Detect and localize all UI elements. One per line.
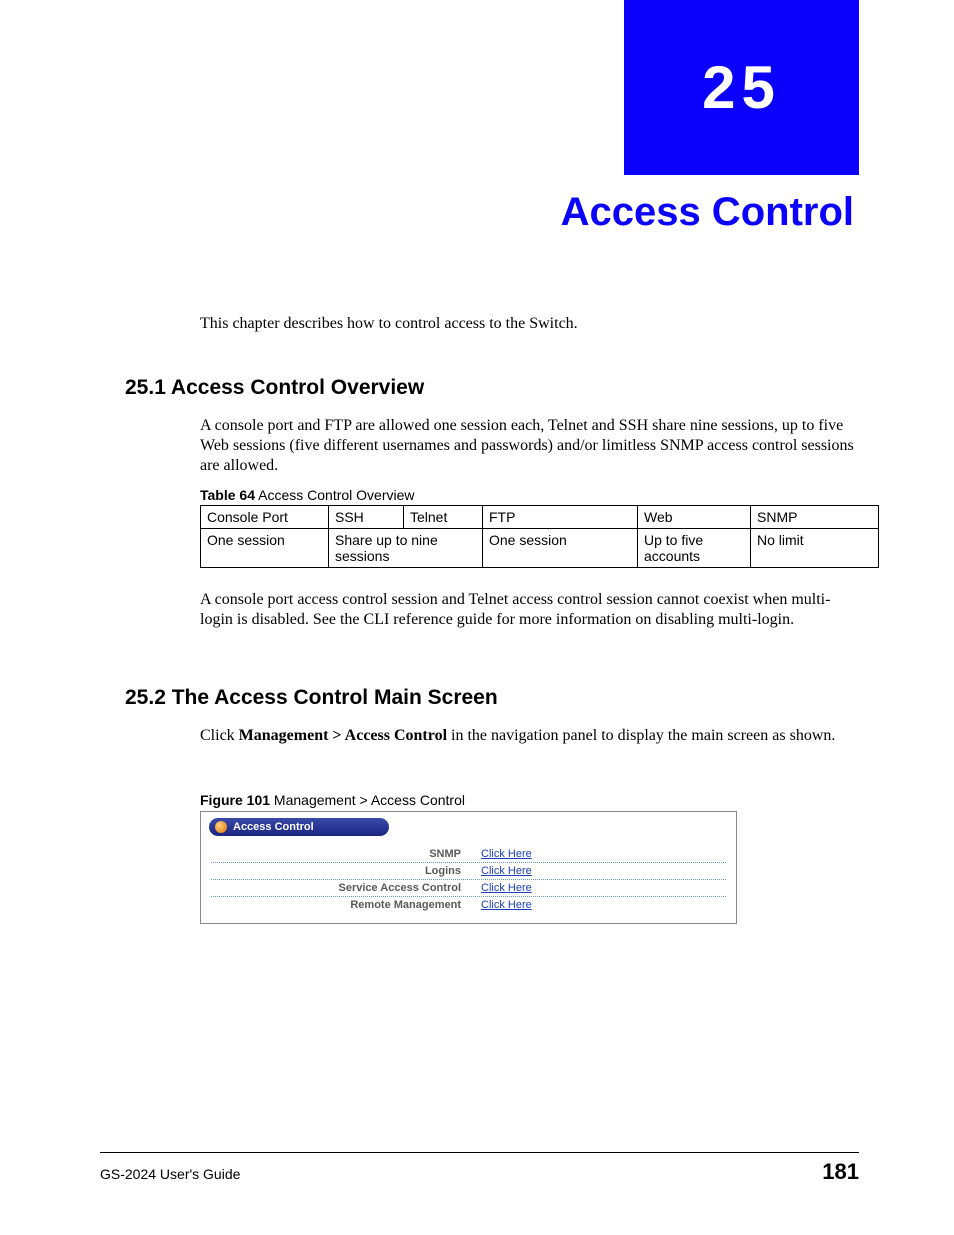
col-snmp: SNMP: [751, 506, 879, 529]
figure-row-snmp: SNMP Click Here: [211, 846, 726, 863]
figure-caption-text: Management > Access Control: [270, 792, 465, 808]
page-footer: GS-2024 User's Guide 181: [100, 1152, 859, 1185]
col-ssh: SSH: [329, 506, 404, 529]
bullet-icon: [215, 821, 227, 833]
click-here-link-remote-management[interactable]: Click Here: [481, 899, 532, 911]
chapter-number: 25: [702, 53, 781, 122]
figure-caption-label: Figure 101: [200, 792, 270, 808]
figure-row-remote-management: Remote Management Click Here: [211, 897, 726, 913]
table-64-caption: Table 64 Access Control Overview: [200, 487, 415, 503]
table-caption-text: Access Control Overview: [255, 487, 415, 503]
col-telnet: Telnet: [404, 506, 483, 529]
footer-page-number: 181: [822, 1159, 859, 1185]
cell-console-port: One session: [201, 529, 329, 568]
figure-101-caption: Figure 101 Management > Access Control: [200, 792, 465, 808]
figure-label: Logins: [211, 865, 481, 877]
section-25-1-paragraph-1: A console port and FTP are allowed one s…: [200, 416, 854, 476]
section-25-1-paragraph-2: A console port access control session an…: [200, 590, 854, 630]
col-ftp: FTP: [483, 506, 638, 529]
figure-label: Remote Management: [211, 899, 481, 911]
section-25-2-heading: 25.2 The Access Control Main Screen: [125, 686, 498, 710]
figure-label: SNMP: [211, 848, 481, 860]
chapter-number-box: 25: [624, 0, 859, 175]
cell-snmp: No limit: [751, 529, 879, 568]
chapter-title: Access Control: [561, 190, 854, 235]
figure-row-logins: Logins Click Here: [211, 863, 726, 880]
figure-label: Service Access Control: [211, 882, 481, 894]
click-here-link-logins[interactable]: Click Here: [481, 865, 532, 877]
table-data-row: One session Share up to nine sessions On…: [201, 529, 879, 568]
cell-web: Up to five accounts: [638, 529, 751, 568]
section-25-2-paragraph-1: Click Management > Access Control in the…: [200, 726, 854, 746]
section-25-1-heading: 25.1 Access Control Overview: [125, 376, 424, 400]
footer-guide-name: GS-2024 User's Guide: [100, 1166, 240, 1182]
panel-title-pill: Access Control: [209, 818, 389, 836]
cell-ftp: One session: [483, 529, 638, 568]
table-caption-label: Table 64: [200, 487, 255, 503]
table-header-row: Console Port SSH Telnet FTP Web SNMP: [201, 506, 879, 529]
col-web: Web: [638, 506, 751, 529]
col-console-port: Console Port: [201, 506, 329, 529]
figure-101-panel: Access Control SNMP Click Here Logins Cl…: [200, 811, 737, 924]
click-here-link-snmp[interactable]: Click Here: [481, 848, 532, 860]
table-64: Console Port SSH Telnet FTP Web SNMP One…: [200, 505, 879, 568]
figure-row-service-access-control: Service Access Control Click Here: [211, 880, 726, 897]
click-here-link-service-access-control[interactable]: Click Here: [481, 882, 532, 894]
panel-title: Access Control: [233, 821, 314, 833]
chapter-intro: This chapter describes how to control ac…: [200, 315, 854, 333]
cell-ssh-telnet: Share up to nine sessions: [329, 529, 483, 568]
